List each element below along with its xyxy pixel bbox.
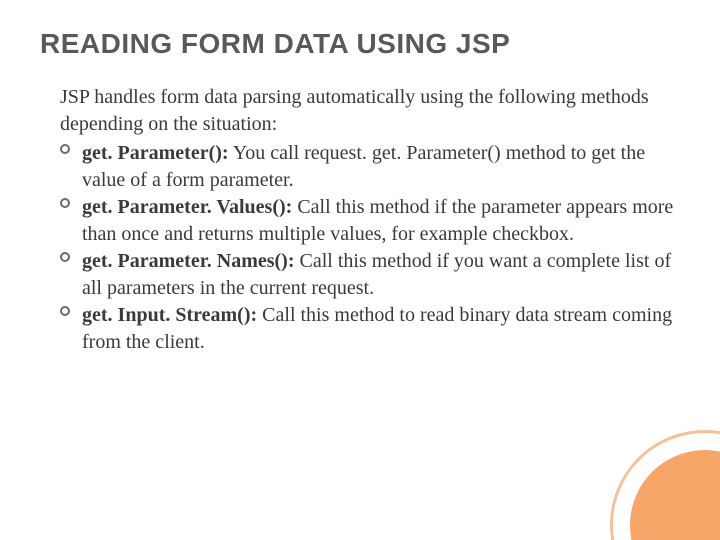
intro-text: JSP handles form data parsing automatica…: [60, 84, 680, 138]
method-name: get. Input. Stream():: [82, 304, 257, 326]
method-name: get. Parameter. Values():: [82, 196, 292, 218]
bullet-icon: [60, 144, 70, 154]
list-item: get. Parameter. Values(): Call this meth…: [60, 194, 680, 248]
corner-decoration: [600, 420, 720, 540]
list-item: get. Input. Stream(): Call this method t…: [60, 302, 680, 356]
method-name: get. Parameter():: [82, 142, 229, 164]
bullet-icon: [60, 306, 70, 316]
list-item: get. Parameter(): You call request. get.…: [60, 140, 680, 194]
list-item: get. Parameter. Names(): Call this metho…: [60, 248, 680, 302]
bullet-icon: [60, 198, 70, 208]
slide: READING FORM DATA USING JSP JSP handles …: [0, 0, 720, 540]
page-title: READING FORM DATA USING JSP: [40, 28, 680, 60]
bullet-icon: [60, 252, 70, 262]
method-list: get. Parameter(): You call request. get.…: [40, 140, 680, 356]
method-name: get. Parameter. Names():: [82, 250, 295, 272]
